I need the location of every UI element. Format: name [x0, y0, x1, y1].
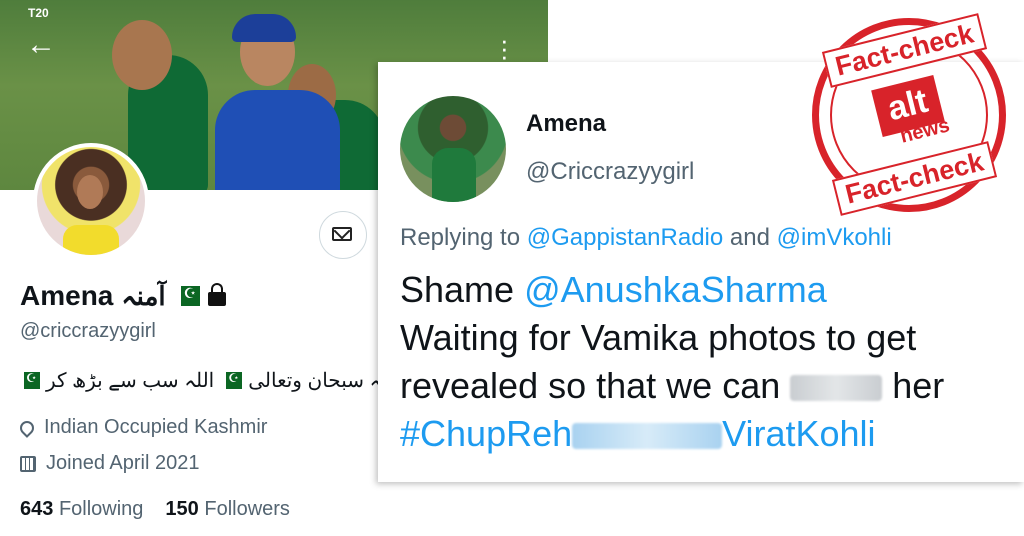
- profile-stats: 643 Following 150 Followers: [20, 498, 290, 521]
- tweet-line-1: Shame @AnushkaSharma: [400, 266, 1020, 314]
- replying-and: and: [729, 224, 770, 251]
- banner-player-2-cap: [232, 14, 296, 42]
- bio-text-2: اللہ سبحان وتعالی: [248, 370, 400, 392]
- tweet-author-handle[interactable]: @Criccrazyygirl: [526, 158, 694, 186]
- following-count: 643: [20, 498, 54, 520]
- calendar-icon: [20, 455, 36, 472]
- followers-link[interactable]: 150 Followers: [165, 498, 290, 521]
- profile-name: Amena: [20, 280, 114, 311]
- tweet-line-3-post: her: [892, 365, 945, 406]
- blurred-hashtag-part: [572, 423, 723, 450]
- mention-imvkohli[interactable]: @imVkohli: [777, 224, 892, 251]
- tweet-line-2: Waiting for Vamika photos to get: [400, 317, 917, 358]
- avatar-face: [77, 175, 103, 209]
- followers-count: 150: [165, 498, 199, 520]
- banner-player-2: [215, 90, 340, 190]
- lock-icon: [207, 283, 226, 306]
- banner-player-1-head: [112, 20, 172, 90]
- tweet-body: Shame @AnushkaSharma Waiting for Vamika …: [400, 266, 1020, 458]
- fact-check-stamp: alt news Fact-check Fact-check: [804, 10, 1014, 220]
- location-text: Indian Occupied Kashmir: [44, 416, 268, 438]
- tweet-line-3: revealed so that we can her: [400, 362, 1020, 410]
- profile-name-urdu: آمنہ: [121, 280, 166, 311]
- tweet-avatar-body: [432, 148, 476, 202]
- tweet-hashtag[interactable]: #ChupReh ViratKohli: [400, 410, 1020, 458]
- tweet-line-3-pre: revealed so that we can: [400, 365, 781, 406]
- replying-to: Replying to @GappistanRadio and @imVkohl…: [400, 224, 892, 252]
- t20-logo: T20: [28, 6, 49, 20]
- message-button[interactable]: [319, 211, 367, 259]
- pakistan-flag-icon: [220, 371, 243, 389]
- replying-prefix: Replying to: [400, 224, 521, 251]
- envelope-icon: [332, 227, 352, 241]
- followers-label: Followers: [204, 498, 290, 520]
- bio-text-1: اللہ سب سے بڑھ کر: [46, 370, 215, 392]
- profile-name-row: Amena آمنہ: [20, 278, 226, 314]
- blurred-word: [790, 375, 883, 402]
- profile-joined: Joined April 2021: [20, 452, 199, 475]
- mention-gappistanradio[interactable]: @GappistanRadio: [527, 224, 723, 251]
- profile-handle: @criccrazyygirl: [20, 320, 156, 342]
- tweet-author-name[interactable]: Amena: [526, 110, 606, 138]
- tweet-shame: Shame: [400, 269, 515, 310]
- more-options-icon[interactable]: · · ·: [500, 27, 509, 69]
- hashtag-post: ViratKohli: [722, 413, 876, 454]
- avatar-dress: [63, 225, 119, 255]
- mention-anushkasharma[interactable]: @AnushkaSharma: [524, 269, 827, 310]
- profile-location: Indian Occupied Kashmir: [17, 416, 268, 439]
- pakistan-flag-icon: [173, 285, 200, 306]
- location-pin-icon: [17, 417, 37, 438]
- pakistan-flag-icon: [18, 371, 40, 389]
- hashtag-pre: #ChupReh: [400, 413, 573, 454]
- profile-bio: اللہ سب سے بڑھ کر اللہ سبحان وتعالی: [18, 368, 400, 393]
- following-label: Following: [58, 498, 144, 520]
- tweet-avatar[interactable]: [400, 96, 506, 202]
- following-link[interactable]: 643 Following: [20, 498, 143, 521]
- joined-text: Joined April 2021: [46, 452, 200, 474]
- profile-avatar[interactable]: [33, 143, 149, 259]
- back-arrow-icon[interactable]: ←: [26, 30, 56, 60]
